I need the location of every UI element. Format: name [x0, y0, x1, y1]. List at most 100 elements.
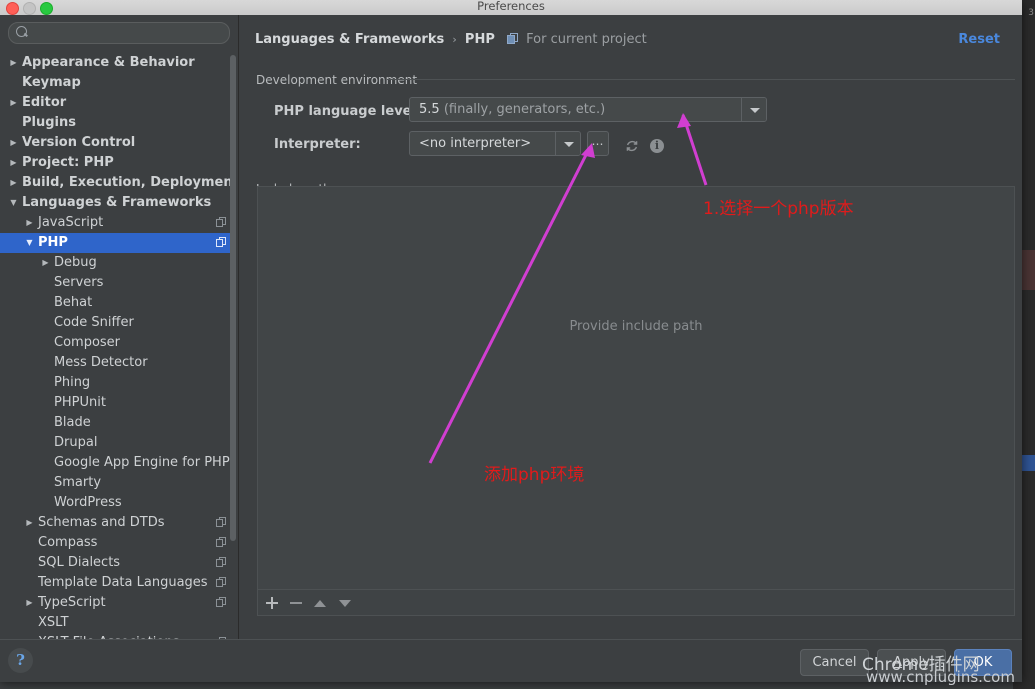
help-button[interactable]: ? — [8, 648, 33, 673]
sidebar-item-mess-detector[interactable]: Mess Detector — [0, 353, 230, 373]
chevron-right-icon[interactable]: ▶ — [40, 253, 51, 273]
sidebar-item-phpunit[interactable]: PHPUnit — [0, 393, 230, 413]
sidebar-item-label: Plugins — [22, 115, 76, 130]
sidebar-item-editor[interactable]: ▶ Editor — [0, 93, 230, 113]
sidebar-item-compass[interactable]: Compass — [0, 533, 230, 553]
chevron-right-icon[interactable]: ▶ — [24, 213, 35, 233]
sidebar-item-behat[interactable]: Behat — [0, 293, 230, 313]
sidebar-item-template-data-languages[interactable]: Template Data Languages — [0, 573, 230, 593]
sidebar-item-label: Smarty — [54, 475, 102, 490]
sidebar-item-build-execution-deployment[interactable]: ▶ Build, Execution, Deployment — [0, 173, 230, 193]
sidebar-item-label: Composer — [54, 335, 121, 350]
sidebar-item-label: Version Control — [22, 135, 136, 150]
breadcrumb-parent[interactable]: Languages & Frameworks — [255, 32, 444, 47]
php-language-level-value-text: 5.5 (finally, generators, etc.) — [419, 102, 606, 117]
sidebar-item-smarty[interactable]: Smarty — [0, 473, 230, 493]
sidebar-item-label: Behat — [54, 295, 93, 310]
sidebar-item-blade[interactable]: Blade — [0, 413, 230, 433]
sidebar-item-label: XSLT — [38, 615, 69, 630]
remove-include-path-button[interactable] — [287, 594, 305, 612]
sidebar-item-label: Drupal — [54, 435, 98, 450]
chevron-right-icon[interactable]: ▶ — [8, 93, 19, 113]
sidebar-item-label: SQL Dialects — [38, 555, 121, 570]
sidebar-item-label: Schemas and DTDs — [38, 515, 165, 530]
sidebar-item-languages-frameworks[interactable]: ▼ Languages & Frameworks — [0, 193, 230, 213]
breadcrumb-current: PHP — [464, 32, 495, 47]
sidebar-item-xslt[interactable]: XSLT — [0, 613, 230, 633]
dialog-footer: ? Cancel Apply OK — [0, 639, 1022, 682]
sidebar-item-drupal[interactable]: Drupal — [0, 433, 230, 453]
copy-settings-icon[interactable] — [216, 217, 226, 227]
sidebar-item-label: Google App Engine for PHP — [54, 455, 230, 470]
chevron-right-icon[interactable]: ▶ — [8, 173, 19, 193]
sidebar-item-project-php[interactable]: ▶ Project: PHP — [0, 153, 230, 173]
sidebar-item-label: Editor — [22, 95, 67, 110]
chevron-down-icon[interactable]: ▼ — [8, 193, 19, 213]
window-title: Preferences — [477, 0, 545, 13]
chevron-right-icon[interactable]: ▶ — [24, 513, 35, 533]
chevron-right-icon[interactable]: ▶ — [8, 53, 19, 73]
chevron-right-icon[interactable]: ▶ — [24, 593, 35, 613]
sidebar-item-composer[interactable]: Composer — [0, 333, 230, 353]
copy-settings-icon[interactable] — [216, 597, 226, 607]
sidebar-item-debug[interactable]: ▶ Debug — [0, 253, 230, 273]
add-include-path-button[interactable] — [263, 594, 281, 612]
copy-settings-icon[interactable] — [216, 517, 226, 527]
settings-tree[interactable]: ▶ Appearance & Behavior Keymap ▶ Editor Plugi… — [0, 53, 230, 639]
refresh-icon[interactable] — [625, 139, 639, 153]
search-icon — [16, 26, 27, 37]
apply-button[interactable]: Apply — [877, 649, 946, 676]
sidebar-item-appearance-behavior[interactable]: ▶ Appearance & Behavior — [0, 53, 230, 73]
sidebar-item-label: Mess Detector — [54, 355, 148, 370]
preferences-window: Preferences ▶ Appearance & Behavior Keymap… — [0, 0, 1022, 682]
sidebar-item-code-sniffer[interactable]: Code Sniffer — [0, 313, 230, 333]
interpreter-combobox[interactable]: <no interpreter> — [409, 131, 581, 156]
copy-settings-icon[interactable] — [216, 557, 226, 567]
ok-button[interactable]: OK — [954, 649, 1012, 676]
move-up-button[interactable] — [311, 594, 329, 612]
sidebar-item-label: Build, Execution, Deployment — [22, 175, 230, 190]
sidebar-item-sql-dialects[interactable]: SQL Dialects — [0, 553, 230, 573]
sidebar-item-label: Appearance & Behavior — [22, 55, 195, 70]
sidebar-item-google-app-engine-for-php[interactable]: Google App Engine for PHP — [0, 453, 230, 473]
sidebar-item-wordpress[interactable]: WordPress — [0, 493, 230, 513]
chevron-right-icon[interactable]: ▶ — [8, 133, 19, 153]
sidebar-item-schemas-and-dtds[interactable]: ▶ Schemas and DTDs — [0, 513, 230, 533]
interpreter-value-text: <no interpreter> — [419, 136, 532, 151]
browse-interpreters-button[interactable]: … — [587, 131, 609, 156]
sidebar-item-label: PHP — [38, 235, 68, 250]
background-window-text: 3 — [1028, 8, 1034, 18]
sidebar-item-typescript[interactable]: ▶ TypeScript — [0, 593, 230, 613]
reset-link[interactable]: Reset — [958, 32, 1000, 47]
sidebar-item-phing[interactable]: Phing — [0, 373, 230, 393]
window-titlebar: Preferences — [0, 0, 1022, 16]
cancel-button[interactable]: Cancel — [800, 649, 869, 676]
sidebar-item-javascript[interactable]: ▶ JavaScript — [0, 213, 230, 233]
sidebar-item-php[interactable]: ▼ PHP — [0, 233, 230, 253]
sidebar-item-servers[interactable]: Servers — [0, 273, 230, 293]
chevron-down-icon[interactable] — [555, 132, 580, 155]
include-path-toolbar — [257, 590, 1015, 616]
php-language-level-combobox[interactable]: 5.5 (finally, generators, etc.) — [409, 97, 767, 122]
copy-settings-icon[interactable] — [216, 537, 226, 547]
sidebar-item-label: TypeScript — [38, 595, 106, 610]
sidebar-scrollbar[interactable] — [230, 55, 236, 541]
sidebar-item-label: Servers — [54, 275, 104, 290]
search-input[interactable] — [33, 23, 223, 45]
sidebar-item-label: Blade — [54, 415, 91, 430]
info-icon[interactable]: i — [650, 139, 664, 153]
include-path-list[interactable]: Provide include path — [257, 186, 1015, 590]
move-down-button[interactable] — [336, 594, 354, 612]
chevron-down-icon[interactable]: ▼ — [24, 233, 35, 253]
breadcrumb-scope-label: For current project — [526, 32, 647, 47]
chevron-down-icon[interactable] — [741, 98, 766, 121]
search-box[interactable] — [8, 22, 230, 45]
sidebar-item-keymap[interactable]: Keymap — [0, 73, 230, 93]
sidebar-item-label: JavaScript — [38, 215, 104, 230]
copy-settings-icon[interactable] — [216, 577, 226, 587]
copy-settings-icon[interactable] — [216, 237, 226, 247]
sidebar-item-plugins[interactable]: Plugins — [0, 113, 230, 133]
chevron-right-icon[interactable]: ▶ — [8, 153, 19, 173]
sidebar-item-label: Keymap — [22, 75, 81, 90]
sidebar-item-version-control[interactable]: ▶ Version Control — [0, 133, 230, 153]
